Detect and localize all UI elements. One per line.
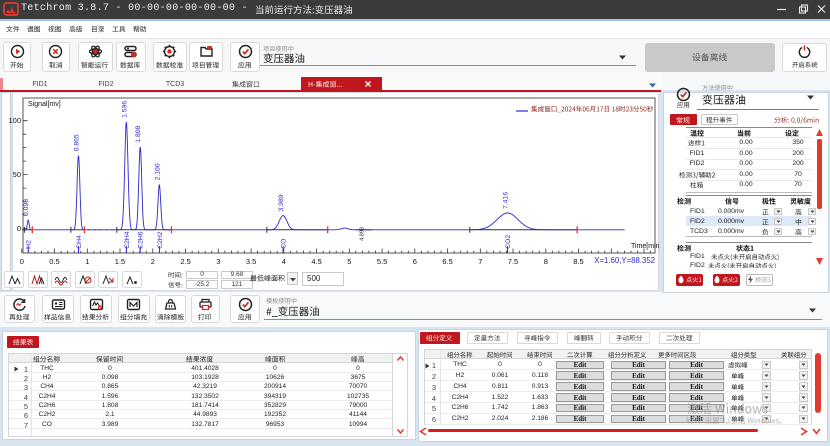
svg-text:1.5: 1.5 bbox=[115, 257, 125, 266]
svg-text:CO: CO bbox=[281, 239, 288, 249]
svg-text:X=1.60,Y=88.352: X=1.60,Y=88.352 bbox=[594, 256, 655, 265]
svg-text:0.098: 0.098 bbox=[23, 199, 30, 216]
svg-text:0: 0 bbox=[17, 224, 21, 233]
svg-text:1: 1 bbox=[85, 257, 89, 266]
svg-text:C2H2: C2H2 bbox=[157, 231, 164, 249]
svg-text:CO2: CO2 bbox=[505, 235, 512, 249]
svg-text:8.5: 8.5 bbox=[573, 257, 583, 266]
svg-text:3: 3 bbox=[216, 257, 220, 266]
svg-text:5.5: 5.5 bbox=[377, 257, 387, 266]
svg-text:C2H4: C2H4 bbox=[124, 231, 131, 249]
svg-text:0.865: 0.865 bbox=[74, 134, 81, 151]
svg-text:50: 50 bbox=[13, 170, 21, 179]
svg-text:4.898: 4.898 bbox=[360, 227, 366, 241]
svg-text:H2: H2 bbox=[26, 240, 33, 249]
svg-text:6: 6 bbox=[413, 257, 417, 266]
svg-text:3.989: 3.989 bbox=[278, 194, 285, 211]
svg-text:CH4: CH4 bbox=[76, 235, 83, 249]
svg-text:Signal[mv]: Signal[mv] bbox=[28, 101, 61, 108]
svg-text:6.5: 6.5 bbox=[442, 257, 452, 266]
svg-text:2.100: 2.100 bbox=[154, 163, 161, 180]
svg-text:3.5: 3.5 bbox=[246, 257, 256, 266]
svg-text:2: 2 bbox=[151, 257, 155, 266]
svg-text:7: 7 bbox=[478, 257, 482, 266]
svg-text:0.5: 0.5 bbox=[49, 257, 59, 266]
svg-text:0: 0 bbox=[20, 257, 24, 266]
svg-text:8: 8 bbox=[544, 257, 548, 266]
svg-text:2.5: 2.5 bbox=[180, 257, 190, 266]
svg-text:7.5: 7.5 bbox=[508, 257, 518, 266]
svg-text:100: 100 bbox=[8, 116, 21, 125]
svg-text:4.5: 4.5 bbox=[311, 257, 321, 266]
svg-text:Time[min]: Time[min] bbox=[631, 243, 660, 250]
svg-text:1.808: 1.808 bbox=[135, 125, 142, 142]
svg-text:C2H6: C2H6 bbox=[138, 231, 145, 249]
svg-text:1.596: 1.596 bbox=[121, 101, 128, 118]
svg-text:5: 5 bbox=[347, 257, 351, 266]
svg-text:4: 4 bbox=[282, 257, 286, 266]
svg-text:7.416: 7.416 bbox=[503, 192, 510, 209]
